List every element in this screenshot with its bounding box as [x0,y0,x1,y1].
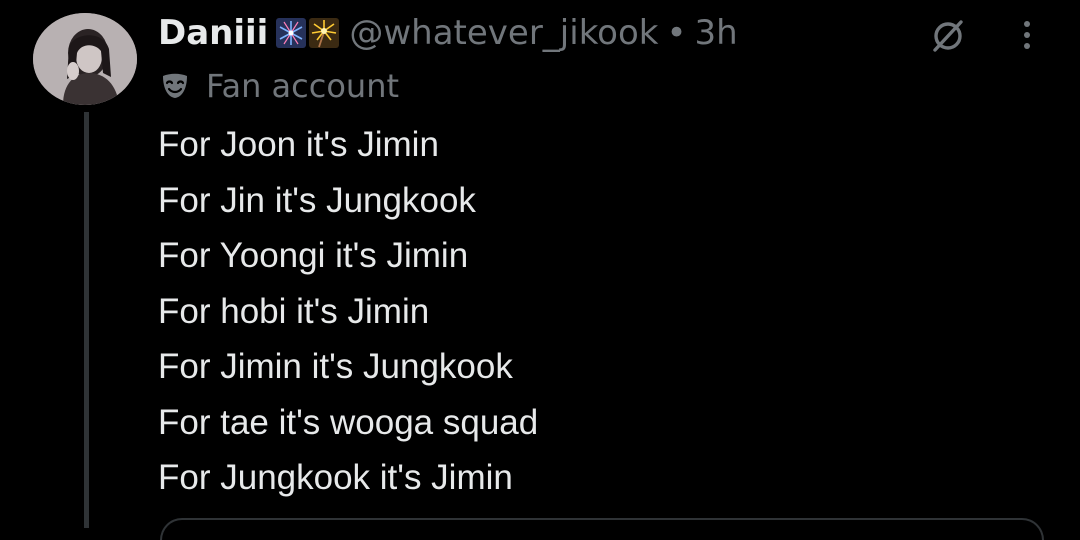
tweet-line: For Jin it's Jungkook [158,180,476,220]
account-label: Fan account [160,66,399,106]
account-label-text: Fan account [206,67,400,105]
thread-line [84,112,89,528]
avatar[interactable] [33,13,137,105]
mask-icon [163,73,187,98]
sparkler-emoji [309,18,340,48]
tweet-line: For Joon it's Jimin [158,125,439,164]
tweet-line: For Jungkook it's Jimin [158,458,513,497]
timestamp[interactable]: 3h [695,10,738,56]
tweet-line: For Jimin it's Jungkook [158,347,513,386]
tweet-line: For hobi it's Jimin [158,291,430,331]
fireworks-emoji [276,18,307,48]
grok-icon[interactable] [928,15,968,55]
avatar-photo [33,13,137,105]
more-vertical-icon[interactable] [1012,15,1042,55]
tweet[interactable]: Daniii @whatever_jikook • 3h Fan account… [0,0,1080,540]
tweet-line: For tae it's wooga squad [158,402,539,442]
user-handle[interactable]: @whatever_jikook [349,10,658,56]
display-name[interactable]: Daniii [158,10,268,56]
quoted-tweet-card[interactable] [160,518,1044,540]
tweet-text: For Joon it's Jimin For Jin it's Jungkoo… [158,117,538,506]
separator-dot: • [666,13,687,53]
tweet-line: For Yoongi it's Jimin [158,236,469,275]
tweet-header: Daniii @whatever_jikook • 3h [158,10,738,56]
